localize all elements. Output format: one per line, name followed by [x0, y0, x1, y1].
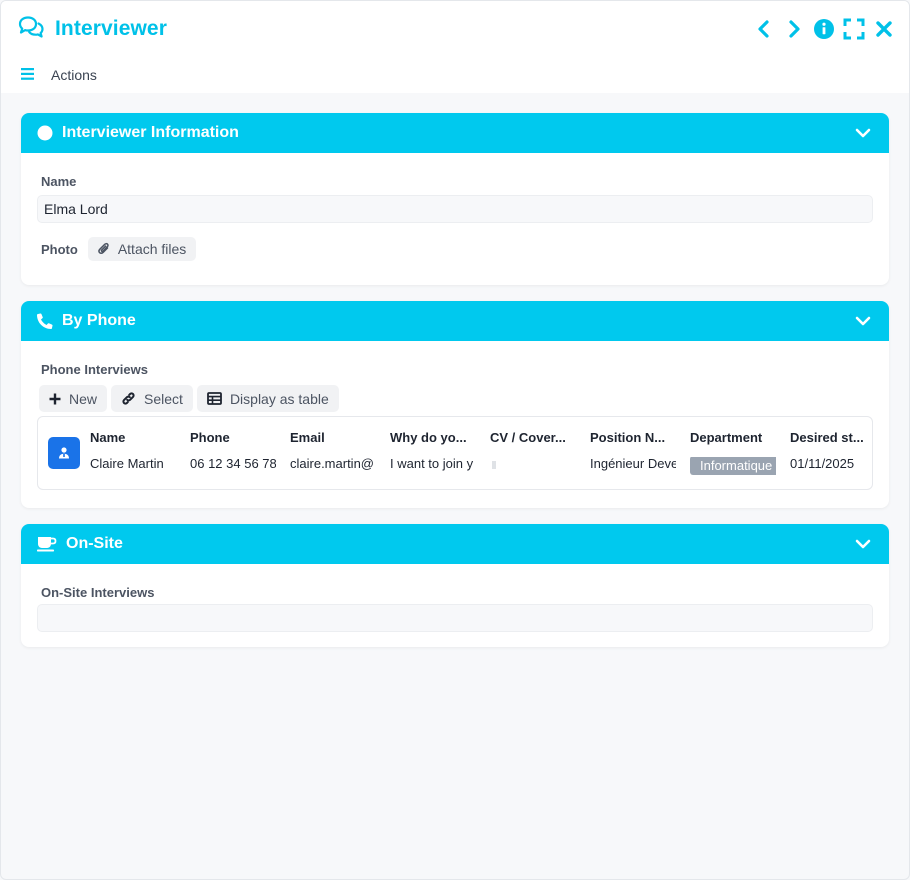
- plus-icon: [49, 393, 61, 404]
- by-phone-header[interactable]: By Phone: [21, 301, 889, 341]
- new-label: New: [69, 390, 98, 407]
- column-header-position: Position N...: [590, 430, 666, 445]
- display-as-table-button[interactable]: Display as table: [196, 385, 339, 412]
- close-icon: [876, 21, 892, 37]
- actions-label[interactable]: Actions: [51, 67, 97, 83]
- cell-position: Ingénieur Deve: [590, 456, 676, 471]
- link-icon: [122, 392, 135, 405]
- on-site-header[interactable]: On-Site: [21, 524, 889, 564]
- fullscreen-button[interactable]: [843, 18, 865, 40]
- expand-icon: [843, 18, 865, 40]
- phone-interview-record[interactable]: Name Phone Email Why do yo... CV / Cover…: [37, 416, 873, 490]
- cell-why: I want to join y: [390, 456, 474, 471]
- cell-desired-start: 01/11/2025: [790, 456, 855, 471]
- attach-files-button[interactable]: Attach files: [87, 237, 197, 261]
- department-badge: Informatique: [690, 457, 776, 475]
- paperclip-icon: [98, 242, 109, 254]
- phone-interviews-label: Phone Interviews: [41, 362, 148, 377]
- attach-files-label: Attach files: [117, 241, 187, 257]
- display-as-table-label: Display as table: [229, 390, 329, 407]
- cell-email: claire.martin@: [290, 456, 374, 471]
- panel-title: Interviewer Information: [62, 124, 239, 141]
- info-icon: [814, 19, 834, 39]
- chevron-down-icon: [855, 539, 871, 549]
- new-button[interactable]: New: [39, 385, 108, 412]
- panel-title: On-Site: [66, 535, 123, 552]
- close-button[interactable]: [873, 18, 895, 40]
- actions-menu-button[interactable]: [21, 67, 35, 83]
- phone-interviews-toolbar: New Select Display as table: [39, 385, 873, 412]
- window-title: Interviewer: [55, 17, 167, 40]
- hamburger-icon: [21, 68, 34, 80]
- chevron-down-icon: [855, 128, 871, 138]
- info-button[interactable]: [813, 18, 835, 40]
- column-header-why: Why do yo...: [390, 430, 467, 445]
- chevron-right-icon: [789, 20, 800, 38]
- chevron-down-icon: [855, 316, 871, 326]
- table-icon: [207, 392, 222, 405]
- name-label: Name: [41, 174, 77, 189]
- panel-title: By Phone: [62, 312, 136, 329]
- form-content: Interviewer Information Name Elma Lord P…: [1, 93, 909, 647]
- on-site-interviews-label: On-Site Interviews: [41, 585, 155, 600]
- name-field[interactable]: Elma Lord: [37, 195, 873, 223]
- on-site-panel: On-Site On-Site Interviews: [21, 524, 889, 647]
- chevron-left-icon: [758, 20, 769, 38]
- circle-icon: [37, 125, 53, 141]
- user-icon: [59, 447, 69, 459]
- cell-department: Informatique: [690, 457, 776, 475]
- photo-label: Photo: [41, 241, 78, 257]
- previous-record-button[interactable]: [753, 18, 775, 40]
- title-bar: Interviewer: [1, 1, 909, 57]
- column-header-phone: Phone: [190, 430, 230, 445]
- cell-name: Claire Martin: [90, 456, 164, 471]
- actions-bar: Actions: [1, 57, 909, 93]
- by-phone-panel: By Phone Phone Interviews New Select Dis…: [21, 301, 889, 508]
- column-header-email: Email: [290, 430, 325, 445]
- select-label: Select: [144, 390, 183, 407]
- cell-cv: [490, 457, 576, 472]
- interviewer-information-panel: Interviewer Information Name Elma Lord P…: [21, 113, 889, 285]
- select-button[interactable]: Select: [111, 385, 193, 412]
- interviewer-window: Interviewer Actions Interviewer Informat…: [0, 0, 910, 880]
- on-site-interviews-list[interactable]: [37, 604, 873, 632]
- interviewer-information-header[interactable]: Interviewer Information: [21, 113, 889, 153]
- column-header-name: Name: [90, 430, 126, 445]
- record-avatar: [48, 437, 80, 469]
- next-record-button[interactable]: [783, 18, 805, 40]
- column-header-department: Department: [690, 430, 763, 445]
- column-header-cv: CV / Cover...: [490, 430, 566, 445]
- column-header-desired-start: Desired st...: [790, 430, 864, 445]
- phone-icon: [37, 313, 53, 329]
- coffee-cup-icon: [37, 537, 57, 552]
- cell-phone: 06 12 34 56 78: [190, 456, 276, 471]
- cv-file-thumbnail: [492, 461, 496, 469]
- chat-bubbles-icon: [17, 15, 45, 44]
